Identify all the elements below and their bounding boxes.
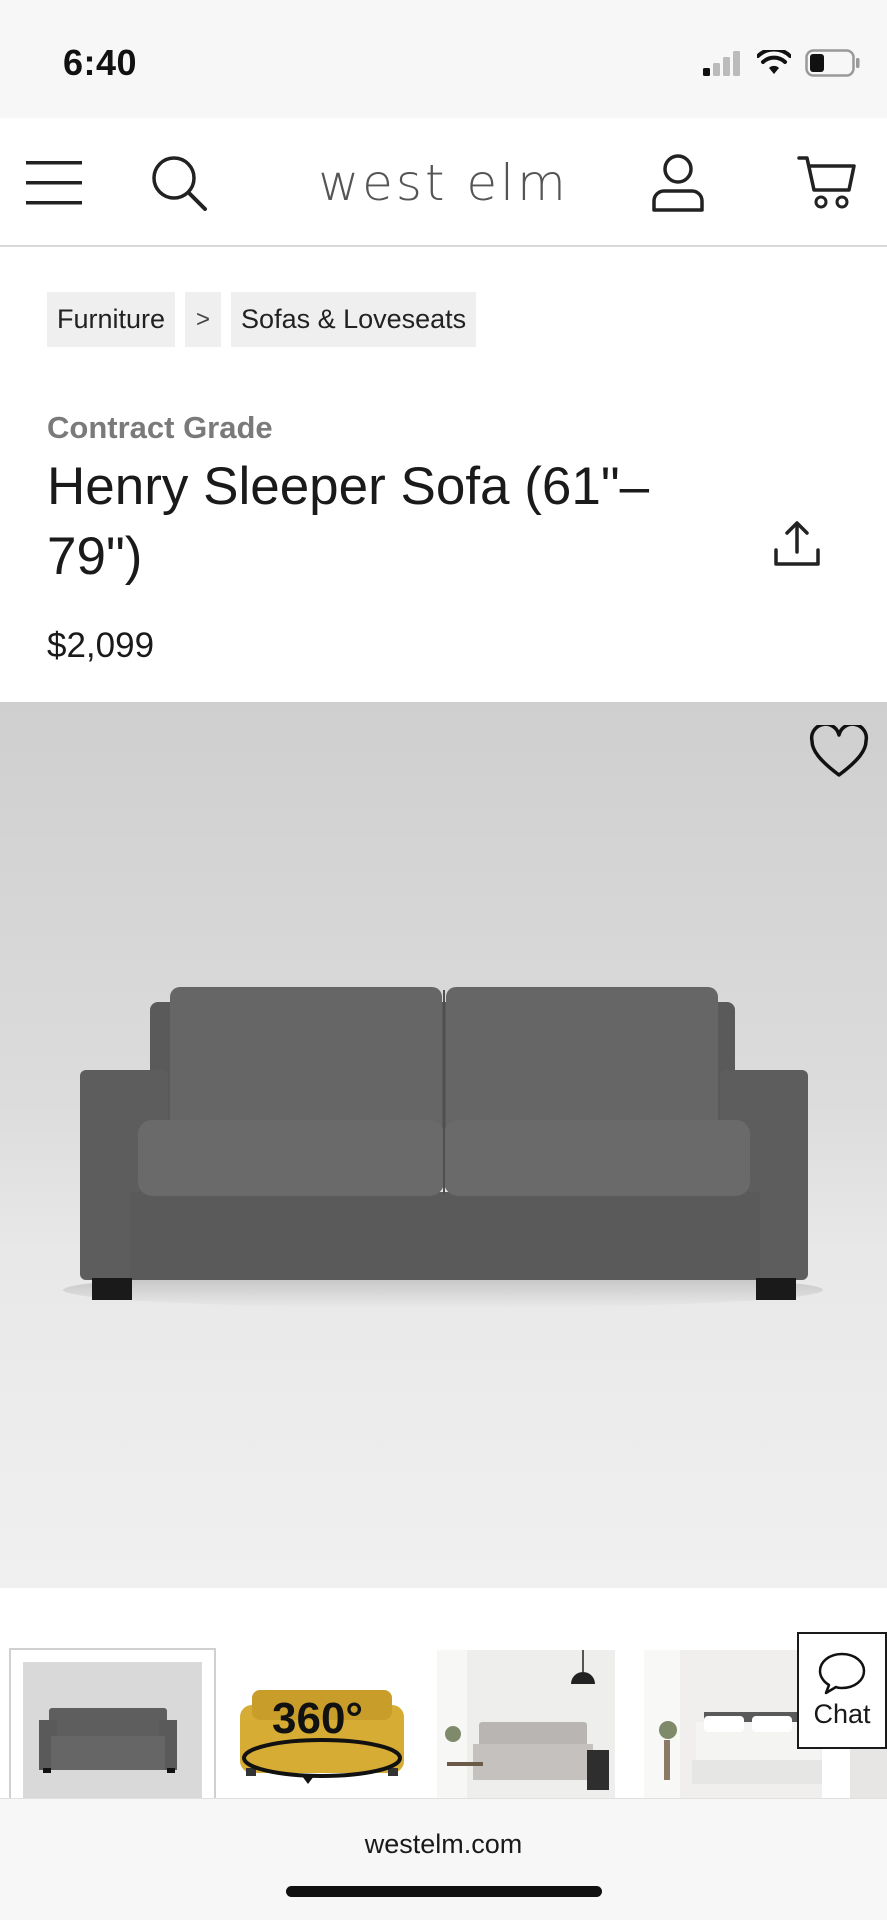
thumbnail-strip: 360° [0,1632,887,1798]
status-bar: 6:40 [0,0,887,118]
browser-bar: westelm.com [0,1798,887,1920]
product-price: $2,099 [47,626,155,665]
breadcrumb-sofas-loveseats[interactable]: Sofas & Loveseats [231,292,477,347]
thumbnail-bedroom[interactable] [644,1650,822,1798]
thumbnail-360-view[interactable]: 360° [232,1650,412,1798]
cart-icon[interactable] [796,118,858,247]
wifi-icon [757,50,791,74]
account-icon[interactable] [648,118,708,247]
breadcrumb-furniture[interactable]: Furniture [47,292,176,347]
chat-label: Chat [813,1699,871,1729]
thumbnail-living-room[interactable] [437,1650,615,1798]
sofa-image [63,987,823,1308]
brand-logo[interactable]: west elm [0,118,887,247]
product-tag: Contract Grade [47,410,273,445]
breadcrumb-separator: > [185,292,222,347]
status-icons [703,48,861,78]
breadcrumb: Furniture > Sofas & Loveseats [47,292,477,347]
share-icon[interactable] [770,516,824,572]
search-icon[interactable] [148,118,210,247]
home-indicator[interactable] [286,1886,602,1897]
heart-icon[interactable] [807,722,871,782]
site-header: west elm [0,118,887,247]
chat-button[interactable]: Chat [797,1632,887,1749]
battery-icon [805,49,860,77]
product-title: Henry Sleeper Sofa (61"–79") [47,457,650,586]
chat-bubble-icon [818,1652,866,1695]
thumbnail-360-badge: 360° [272,1694,364,1743]
menu-icon[interactable] [24,118,84,247]
cellular-signal-icon [703,51,740,76]
url-display[interactable]: westelm.com [0,1829,887,1860]
status-time: 6:40 [63,42,138,83]
thumbnail-sofa-front[interactable] [9,1648,216,1798]
product-image-main[interactable] [0,702,887,1588]
